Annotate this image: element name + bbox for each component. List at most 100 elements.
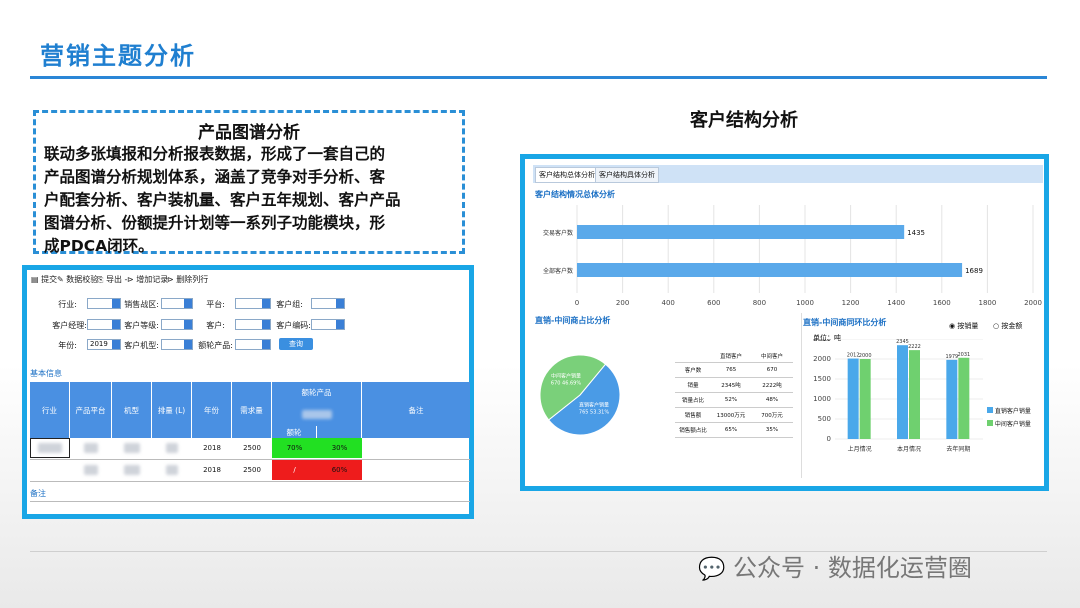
col-header: 产品平台 <box>70 382 112 438</box>
customer-code-select[interactable] <box>311 319 345 330</box>
x-tick-label: 2000 <box>1024 299 1042 307</box>
overall-chart-title: 客户结构情况总体分析 <box>535 190 615 199</box>
account-manager-select[interactable] <box>87 319 121 330</box>
col-header: 额轮产品 <box>272 382 362 402</box>
customer-group-select[interactable] <box>311 298 345 309</box>
table-cell <box>112 438 152 458</box>
table-row: 销量 2345吨 2222吨 <box>675 378 793 393</box>
x-tick-label: 1000 <box>796 299 814 307</box>
description-text: 联动多张填报和分析报表数据，形成了一套自己的 产品图谱分析规划体系，涵盖了竞争对… <box>44 143 456 258</box>
section-notes: 备注 <box>30 489 46 498</box>
filter-label: 客户经理: <box>52 321 87 330</box>
bar <box>577 263 963 277</box>
tab-detail[interactable]: 客户结构具体分析 <box>595 167 659 183</box>
platform-select[interactable] <box>235 298 271 309</box>
table-cell[interactable] <box>30 438 70 458</box>
toolbar-delete-row[interactable]: ⊳ 删除列行 <box>167 274 208 285</box>
bar <box>859 359 871 439</box>
filter-label: 额轮产品: <box>198 341 233 350</box>
wechat-icon: 💬 <box>698 557 726 582</box>
x-tick-label: 1200 <box>842 299 860 307</box>
col-subheader: 额轮 <box>272 426 317 438</box>
description-box: 产品图谱分析 联动多张填报和分析报表数据，形成了一套自己的 产品图谱分析规划体系… <box>33 110 465 255</box>
bar <box>958 357 970 439</box>
table-cell: 2018 <box>203 444 221 452</box>
toolbar-submit[interactable]: ▤ 提交 <box>31 274 57 285</box>
table-cell[interactable]: 70% <box>272 438 317 458</box>
table-row: 销量占比 52% 48% <box>675 393 793 408</box>
y-tick-label: 2500 <box>813 339 831 343</box>
y-tick-label: 1000 <box>813 395 831 403</box>
category-label: 全部客户数 <box>543 267 573 275</box>
description-line: 户配套分析、客户装机量、客户五年规划、客户产品 <box>44 191 401 209</box>
radio-by-amount[interactable]: ○ 按金额 <box>993 321 1022 331</box>
filter-label: 年份: <box>58 341 77 350</box>
col-header: 年份 <box>192 382 232 438</box>
data-label: 1435 <box>907 229 925 237</box>
customer-level-select[interactable] <box>161 319 193 330</box>
customer-structure-heading: 客户结构分析 <box>690 110 798 131</box>
toolbar-validate[interactable]: ✎ 数据校验 <box>57 274 98 285</box>
col-header: 排量 (L) <box>152 382 192 438</box>
report-screenshot-frame: ▤ 提交 ✎ 数据校验 ⎘ 导出 - ⊳ 增加记录 ⊳ 删除列行 行业: 销售战… <box>22 265 474 519</box>
col-header: 需求量 <box>232 382 272 438</box>
title-divider <box>30 76 1047 79</box>
sales-region-select[interactable] <box>161 298 193 309</box>
y-tick-label: 1500 <box>813 375 831 383</box>
section-basic-info: 基本信息 <box>30 369 62 378</box>
filter-label: 客户机型: <box>124 341 159 350</box>
category-label: 本月情况 <box>897 445 921 453</box>
table-cell[interactable]: 30% <box>317 438 362 458</box>
x-tick-label: 400 <box>662 299 675 307</box>
customer-data-table: 直销客户 中间客户 客户数 765 670 销量 2345吨 2222吨 销量占比 52% 4… <box>675 349 793 438</box>
radio-by-volume[interactable]: ◉ 按销量 <box>949 321 978 331</box>
data-label: 2012 <box>847 353 860 359</box>
pie-label: 直销客户销量 <box>579 401 609 408</box>
slide-title: 营销主题分析 <box>40 42 196 70</box>
table-cell: 2500 <box>243 466 261 474</box>
category-label: 去年同期 <box>946 445 970 453</box>
tab-overall[interactable]: 客户结构总体分析 <box>535 167 599 183</box>
bar <box>897 345 908 439</box>
table-cell[interactable]: 60% <box>317 460 362 480</box>
filter-label: 客户: <box>206 321 225 330</box>
y-tick-label: 500 <box>818 415 831 423</box>
category-label: 上月情况 <box>848 445 872 453</box>
table-cell <box>70 438 112 458</box>
filter-label: 行业: <box>58 300 77 309</box>
toolbar-export[interactable]: ⎘ 导出 - <box>97 274 127 285</box>
compare-chart-title: 直销-中间商同环比分析 <box>803 318 887 327</box>
pie-label: 765 53.31% <box>579 409 609 415</box>
legend-item: 中间客户销量 <box>987 419 1043 428</box>
col-header: 备注 <box>362 382 470 438</box>
industry-select[interactable] <box>87 298 121 309</box>
customer-select[interactable] <box>235 319 271 330</box>
filter-label: 客户组: <box>276 300 303 309</box>
toolbar-add-record[interactable]: ⊳ 增加记录 <box>127 274 168 285</box>
table-cell: 2500 <box>243 444 261 452</box>
table-cell <box>30 460 70 480</box>
chart-legend: 直销客户销量 中间客户销量 <box>987 406 1043 428</box>
data-label: 2222 <box>908 344 921 350</box>
table-cell[interactable]: / <box>272 460 317 480</box>
row-divider <box>30 501 470 502</box>
y-tick-label: 2000 <box>813 355 831 363</box>
x-tick-label: 1400 <box>887 299 905 307</box>
pie-chart-title: 直销-中间商占比分析 <box>535 316 611 325</box>
legend-item: 直销客户销量 <box>987 406 1043 415</box>
customer-model-select[interactable] <box>161 339 193 350</box>
row-divider <box>30 459 470 460</box>
description-line: 图谱分析、份额提升计划等一系列子功能模块，形 <box>44 214 386 232</box>
data-label: 2345 <box>896 339 909 345</box>
product-select[interactable] <box>235 339 271 350</box>
data-label: 2000 <box>859 353 872 359</box>
table-row: 客户数 765 670 <box>675 363 793 378</box>
description-line: 联动多张填报和分析报表数据，形成了一套自己的 <box>44 145 386 163</box>
year-select[interactable]: 2019 <box>87 339 121 350</box>
x-tick-label: 0 <box>575 299 579 307</box>
description-line: 产品图谱分析规划体系，涵盖了竞争对手分析、客 <box>44 168 386 186</box>
table-cell <box>152 460 192 480</box>
col-subheader-blurred <box>317 426 362 438</box>
table-cell <box>70 460 112 480</box>
query-button[interactable]: 查询 <box>279 338 313 350</box>
